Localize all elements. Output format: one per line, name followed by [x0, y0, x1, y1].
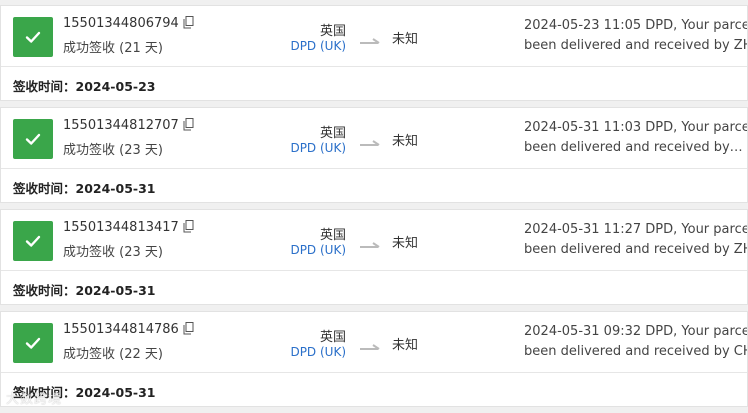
- shipment-summary: 15501344812707 成功签收 (23 天) 英国 DPD (UK) 未…: [1, 108, 747, 169]
- tracking-number-row: 15501344814786: [63, 322, 194, 339]
- tracking-number[interactable]: 15501344813417: [63, 220, 179, 235]
- signed-time-label: 签收时间：: [13, 283, 76, 298]
- event-line-2: been delivered and received by…: [524, 140, 743, 155]
- copy-icon[interactable]: [183, 220, 194, 237]
- destination-country: 未知: [392, 236, 419, 251]
- origin-country: 英国: [319, 228, 346, 243]
- shipment-card: 15501344814786 成功签收 (22 天) 英国 DPD (UK) 未…: [0, 311, 748, 407]
- delivery-status: 成功签收 (22 天): [63, 347, 163, 362]
- delivered-check-icon: [13, 323, 53, 363]
- signed-time-value: 2024-05-31: [75, 283, 156, 298]
- tracking-number[interactable]: 15501344812707: [63, 118, 179, 133]
- origin-country: 英国: [319, 24, 346, 39]
- tracking-number-row: 15501344813417: [63, 220, 194, 237]
- destination-country: 未知: [392, 338, 419, 353]
- arrow-right-icon: [359, 236, 381, 255]
- signed-time-label: 签收时间：: [13, 181, 76, 196]
- shipment-list: 15501344806794 成功签收 (21 天) 英国 DPD (UK) 未…: [0, 5, 748, 413]
- event-line-1: 2024-05-31 11:27 DPD, Your parcel has: [524, 222, 747, 237]
- delivery-status: 成功签收 (23 天): [63, 245, 163, 260]
- tracking-number-row: 15501344806794: [63, 16, 194, 33]
- origin-country: 英国: [319, 126, 346, 141]
- origin-country: 英国: [319, 330, 346, 345]
- delivery-status: 成功签收 (23 天): [63, 143, 163, 158]
- tracking-number[interactable]: 15501344814786: [63, 322, 179, 337]
- signed-time: 签收时间：2024-05-31: [13, 280, 155, 299]
- shipment-card: 15501344806794 成功签收 (21 天) 英国 DPD (UK) 未…: [0, 5, 748, 101]
- carrier-link[interactable]: DPD (UK): [251, 345, 346, 359]
- shipment-summary: 15501344813417 成功签收 (23 天) 英国 DPD (UK) 未…: [1, 210, 747, 271]
- signed-time-value: 2024-05-31: [75, 181, 156, 196]
- tracking-number-row: 15501344812707: [63, 118, 194, 135]
- event-line-2: been delivered and received by ZHU: [524, 38, 748, 53]
- latest-event[interactable]: 2024-05-31 11:03 DPD, Your parcel has be…: [524, 118, 747, 158]
- delivery-status: 成功签收 (21 天): [63, 41, 163, 56]
- delivered-check-icon: [13, 119, 53, 159]
- carrier-link[interactable]: DPD (UK): [251, 243, 346, 257]
- watermark-text: 大数跨境: [6, 392, 63, 407]
- event-line-2: been delivered and received by ZHU: [524, 242, 748, 257]
- copy-icon[interactable]: [183, 118, 194, 135]
- shipment-card: 15501344812707 成功签收 (23 天) 英国 DPD (UK) 未…: [0, 107, 748, 203]
- arrow-right-icon: [359, 32, 381, 51]
- arrow-right-icon: [359, 134, 381, 153]
- copy-icon[interactable]: [183, 16, 194, 33]
- destination-country: 未知: [392, 134, 419, 149]
- latest-event[interactable]: 2024-05-23 11:05 DPD, Your parcel has be…: [524, 16, 748, 56]
- signed-time-value: 2024-05-31: [75, 385, 156, 400]
- shipment-summary: 15501344806794 成功签收 (21 天) 英国 DPD (UK) 未…: [1, 6, 747, 67]
- tracking-number[interactable]: 15501344806794: [63, 16, 179, 31]
- delivered-check-icon: [13, 221, 53, 261]
- latest-event[interactable]: 2024-05-31 09:32 DPD, Your parcel has be…: [524, 322, 748, 362]
- signed-time: 签收时间：2024-05-23: [13, 76, 155, 95]
- carrier-link[interactable]: DPD (UK): [251, 141, 346, 155]
- delivered-check-icon: [13, 17, 53, 57]
- destination-country: 未知: [392, 32, 419, 47]
- watermark-logo: 大数跨境: [6, 388, 62, 407]
- copy-icon[interactable]: [183, 322, 194, 339]
- event-line-1: 2024-05-31 11:03 DPD, Your parcel has: [524, 120, 747, 135]
- signed-time-value: 2024-05-23: [75, 79, 156, 94]
- arrow-right-icon: [359, 338, 381, 357]
- event-line-2: been delivered and received by CHU: [524, 344, 748, 359]
- shipment-card: 15501344813417 成功签收 (23 天) 英国 DPD (UK) 未…: [0, 209, 748, 305]
- signed-time: 签收时间：2024-05-31: [13, 178, 155, 197]
- signed-time-label: 签收时间：: [13, 79, 76, 94]
- event-line-1: 2024-05-31 09:32 DPD, Your parcel has: [524, 324, 747, 339]
- latest-event[interactable]: 2024-05-31 11:27 DPD, Your parcel has be…: [524, 220, 748, 260]
- shipment-summary: 15501344814786 成功签收 (22 天) 英国 DPD (UK) 未…: [1, 312, 747, 373]
- carrier-link[interactable]: DPD (UK): [251, 39, 346, 53]
- event-line-1: 2024-05-23 11:05 DPD, Your parcel has: [524, 18, 747, 33]
